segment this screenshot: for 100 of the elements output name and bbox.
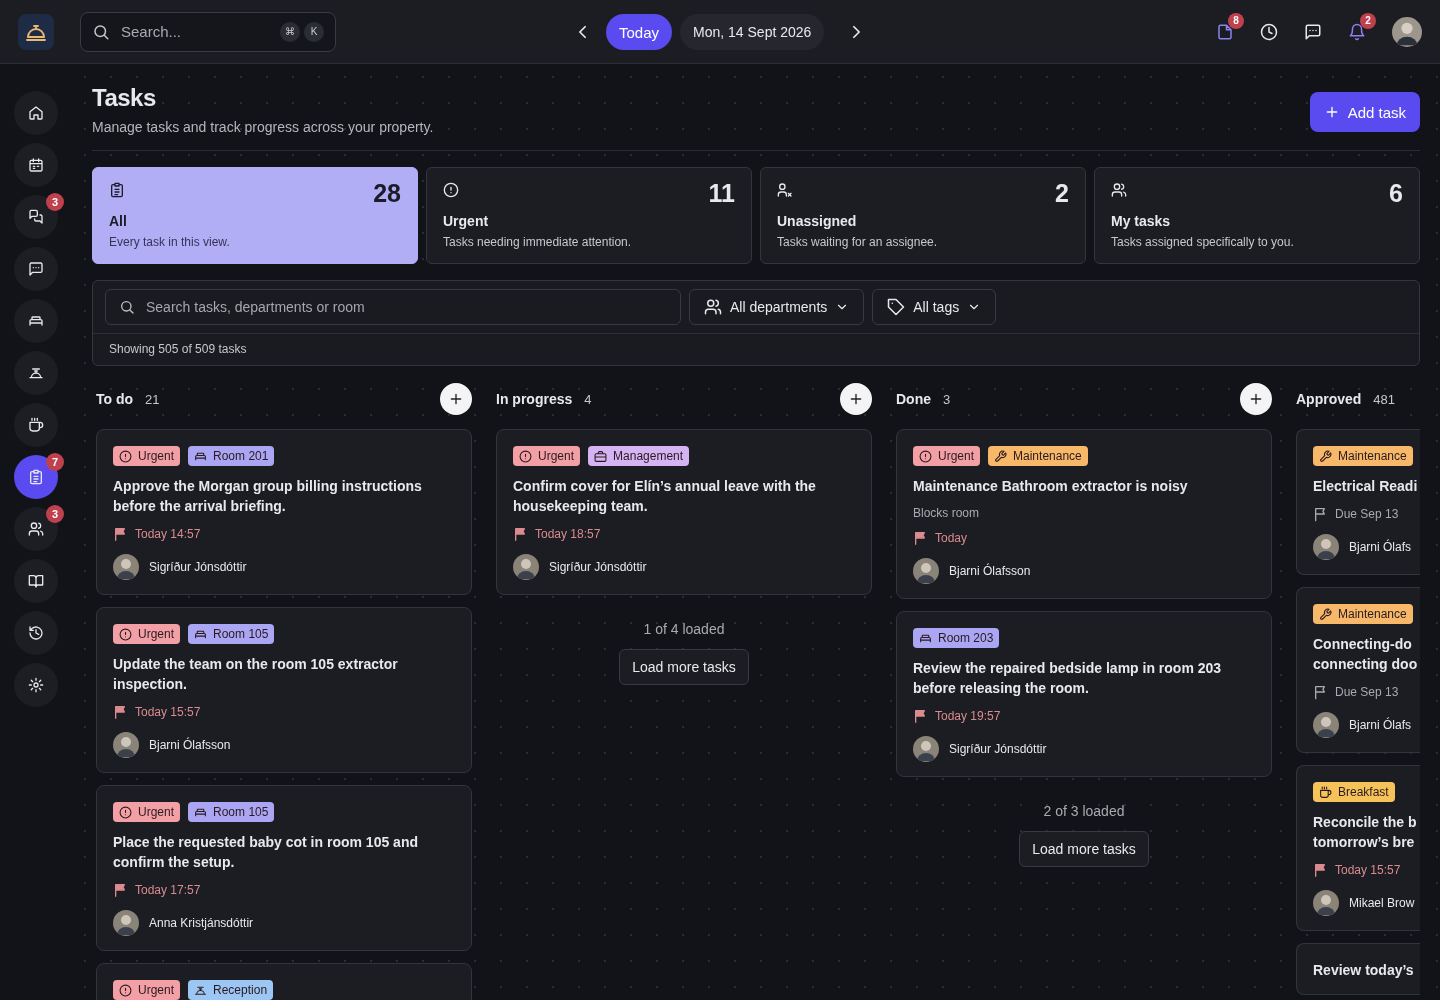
assignee-name: Sigríður Jónsdóttir — [949, 742, 1047, 756]
task-card[interactable]: Room 203 Review the repaired bedside lamp in room 203 before releasing the room. Today 19:57 Sigríður Jónsdóttir — [896, 611, 1272, 777]
task-note: Blocks room — [913, 506, 981, 520]
tag: Maintenance — [1313, 446, 1413, 466]
loaded-count: 2 of 3 loaded — [1043, 803, 1125, 819]
count-badge: 3 — [46, 193, 64, 211]
task-title: Connecting-do connecting doo — [1313, 635, 1419, 674]
stat-label: Urgent — [443, 213, 490, 229]
task-card[interactable]: Maintenance Connecting-do connecting doo Due Sep 13 Bjarni Ólafs — [1296, 587, 1420, 753]
wrench-icon — [994, 449, 1008, 463]
sidebar-item[interactable] — [14, 195, 58, 239]
sidebar-item[interactable] — [14, 143, 58, 187]
plus-icon — [448, 391, 464, 407]
sidebar-item[interactable] — [14, 403, 58, 447]
logo-icon[interactable] — [18, 13, 54, 50]
document-icon[interactable] — [1216, 22, 1234, 41]
assignee-avatar — [913, 558, 939, 584]
sidebar-item[interactable] — [14, 247, 58, 291]
task-title: Place the requested baby cot in room 105 and confirm the setup. — [113, 833, 419, 872]
stat-card[interactable]: 28 All Every task in this view. — [92, 167, 418, 264]
column-title: To do — [96, 391, 134, 407]
tag: Maintenance — [1313, 604, 1413, 624]
stat-count: 11 — [708, 179, 735, 208]
add-task-button[interactable]: Add task — [1309, 92, 1420, 132]
assignee-avatar — [1313, 890, 1339, 916]
alert-icon — [119, 627, 132, 641]
bell-icon[interactable] — [1348, 22, 1366, 41]
task-title: Review today’s — [1313, 961, 1415, 980]
task-card[interactable]: Breakfast Reconcile the b tomorrow’s bre Today 15:57 Mikael Brow — [1296, 765, 1420, 931]
briefcase-icon — [594, 449, 608, 463]
stat-label: My tasks — [1111, 213, 1172, 229]
stat-card[interactable]: 11 Urgent Tasks needing immediate attention. — [426, 167, 752, 264]
chat-icon[interactable] — [1304, 22, 1322, 41]
sidebar-item[interactable] — [14, 351, 58, 395]
task-card[interactable]: Urgent Maintenance Maintenance Bathroom extractor is noisy Blocks room Today Bjarni Ólafsson — [896, 429, 1272, 599]
sidebar-item[interactable] — [14, 455, 58, 499]
load-more-button[interactable]: Load more tasks — [619, 649, 749, 685]
sidebar-item[interactable] — [14, 611, 58, 655]
stat-count: 2 — [1055, 179, 1069, 208]
add-card-button[interactable] — [840, 383, 872, 415]
assignee-name: Sigríður Jónsdóttir — [149, 560, 247, 574]
stat-label: Unassigned — [777, 213, 858, 229]
clock-icon[interactable] — [1260, 22, 1278, 41]
stat-description: Tasks waiting for an assignee. — [777, 235, 939, 249]
assignee-avatar — [113, 732, 139, 758]
tag: Breakfast — [1313, 782, 1395, 802]
task-card[interactable]: Urgent Reception — [96, 963, 472, 1000]
users-icon — [1111, 182, 1127, 198]
stat-card[interactable]: 6 My tasks Tasks assigned specifically to you. — [1094, 167, 1420, 264]
column-count: 3 — [943, 391, 951, 407]
chevron-right-icon — [851, 25, 861, 39]
load-more-button[interactable]: Load more tasks — [1019, 831, 1149, 867]
column-count: 21 — [145, 391, 160, 407]
tag: Urgent — [113, 802, 181, 822]
loaded-count: 1 of 4 loaded — [643, 621, 725, 637]
date-label[interactable]: Mon, 14 Sept 2026 — [680, 14, 825, 50]
add-card-button[interactable] — [1240, 383, 1272, 415]
today-button[interactable]: Today — [606, 14, 673, 50]
task-card[interactable]: Urgent Management Confirm cover for Elín’s annual leave with the housekeeping team. Today 18:57 Sigríður Jónsdóttir — [496, 429, 872, 595]
stat-description: Tasks needing immediate attention. — [443, 235, 633, 249]
assignee-name: Bjarni Ólafsson — [149, 738, 231, 752]
task-card[interactable]: Urgent Room 105 Update the team on the room 105 extractor inspection. Today 15:57 Bjarni Ólafsson — [96, 607, 472, 773]
add-card-button[interactable] — [440, 383, 472, 415]
task-search-field[interactable]: Search tasks, departments or room — [105, 289, 681, 325]
alert-icon — [443, 182, 459, 198]
tag: Room 201 — [188, 446, 275, 466]
sidebar-item[interactable] — [14, 507, 58, 551]
task-title: Update the team on the room 105 extractor inspection. — [113, 655, 399, 694]
departments-dropdown[interactable]: All departments — [689, 289, 865, 325]
tag: Urgent — [113, 446, 181, 466]
stat-description: Tasks assigned specifically to you. — [1111, 235, 1295, 249]
assignee-name: Bjarni Ólafsson — [949, 564, 1031, 578]
tags-dropdown[interactable]: All tags — [872, 289, 997, 325]
user-avatar[interactable] — [1392, 16, 1422, 47]
sidebar-item[interactable] — [14, 559, 58, 603]
tag: Urgent — [913, 446, 981, 466]
settings-icon — [28, 677, 44, 693]
count-badge: 2 — [1360, 12, 1376, 29]
sidebar-item[interactable] — [14, 663, 58, 707]
home-icon — [28, 105, 44, 121]
tag: Urgent — [113, 980, 181, 1000]
task-card[interactable]: Review today’s — [1296, 943, 1420, 995]
sidebar-item[interactable] — [14, 299, 58, 343]
assignee-avatar — [513, 554, 539, 580]
sidebar-item[interactable] — [14, 91, 58, 135]
count-badge: 7 — [46, 453, 64, 471]
coffee-cup-icon — [28, 417, 44, 433]
stat-card[interactable]: 2 Unassigned Tasks waiting for an assignee. — [760, 167, 1086, 264]
task-title: Electrical Readi — [1313, 477, 1419, 496]
alert-icon — [119, 805, 132, 819]
task-card[interactable]: Urgent Room 105 Place the requested baby cot in room 105 and confirm the setup. Today 17:57 Anna Kristjánsdóttir — [96, 785, 472, 951]
coffee-cup-icon — [1319, 785, 1332, 799]
tag: Maintenance — [988, 446, 1088, 466]
chat-icon — [28, 209, 44, 225]
assignee-avatar — [113, 910, 139, 936]
task-card[interactable]: Urgent Room 201 Approve the Morgan group billing instructions before the arrival briefing. Today 14:57 Sigríður Jónsdóttir — [96, 429, 472, 595]
clipboard-icon — [28, 469, 44, 485]
task-card[interactable]: Maintenance Electrical Readi Due Sep 13 Bjarni Ólafs — [1296, 429, 1420, 575]
tag: Urgent — [513, 446, 581, 466]
due-date: Due Sep 13 — [1335, 507, 1399, 521]
